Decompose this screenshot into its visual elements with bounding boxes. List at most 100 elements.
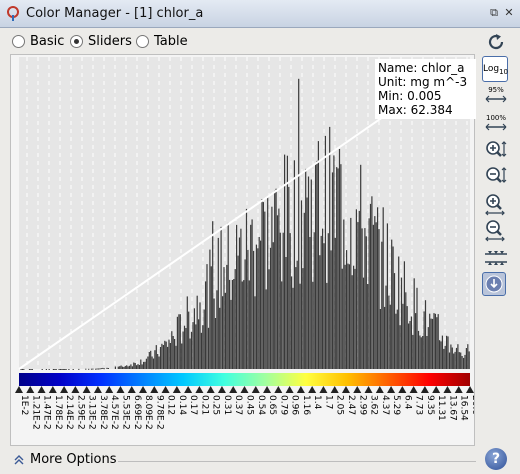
histogram-bar	[120, 365, 122, 369]
radio-table-indicator[interactable]	[136, 34, 149, 48]
histogram-bar	[165, 341, 167, 369]
histogram-bar	[226, 264, 228, 369]
histogram-bar	[258, 237, 260, 369]
zoom-in-horizontal-icon[interactable]	[482, 192, 510, 216]
tick-label: 1.47E-2	[42, 395, 52, 430]
tick-label: 0.96	[290, 395, 300, 415]
histogram-bar	[357, 222, 359, 369]
histogram-bar	[323, 243, 325, 369]
radio-basic-indicator[interactable]	[12, 34, 25, 48]
histogram-bar	[286, 155, 288, 369]
histogram-bar	[243, 280, 245, 369]
tick-label: 6.69E-2	[132, 395, 142, 430]
slider-handle	[206, 386, 215, 393]
histogram-bar	[247, 249, 249, 369]
histogram-bar	[190, 331, 193, 369]
histogram-bar	[458, 352, 460, 369]
histogram-bar	[172, 336, 174, 369]
range-95-icon[interactable]: 95%	[482, 86, 510, 110]
rotate-icon[interactable]	[482, 30, 510, 54]
histogram-bar	[179, 314, 181, 369]
histogram-bar	[460, 352, 462, 369]
tick-label: 1E-2	[19, 395, 29, 415]
histogram-bar	[106, 367, 108, 369]
radio-basic[interactable]: Basic	[12, 32, 64, 50]
histogram-bar	[434, 313, 436, 369]
histogram-bar	[443, 348, 445, 369]
slider-handle	[116, 386, 125, 393]
histogram-bar	[385, 285, 387, 369]
help-icon[interactable]: ?	[485, 448, 507, 470]
histogram-bar	[346, 250, 348, 369]
histogram-bar	[62, 369, 64, 370]
histogram-bar	[324, 135, 326, 369]
slider-handle	[172, 386, 181, 393]
histogram-bar	[189, 338, 191, 369]
histogram-bar	[229, 279, 231, 369]
histogram-bar	[378, 229, 380, 369]
tick-label: 3.78E-2	[98, 395, 108, 430]
histogram-bar	[117, 366, 119, 369]
zoom-out-vertical-icon[interactable]	[482, 164, 510, 188]
histogram-bar	[231, 280, 233, 369]
mode-selector: Basic Sliders Table	[0, 28, 520, 54]
slider-handle	[432, 386, 441, 393]
histogram-bar	[145, 358, 147, 369]
histogram-bar	[424, 300, 427, 369]
histogram-bar	[254, 296, 256, 369]
histogram-bar	[78, 368, 80, 370]
slider-handle	[60, 386, 69, 393]
histogram-bar	[439, 340, 441, 369]
histogram-bar	[233, 279, 235, 369]
histogram-bar	[216, 290, 218, 369]
zoom-in-vertical-icon[interactable]	[482, 138, 510, 162]
histogram-bar	[251, 219, 253, 369]
histogram-bar	[219, 307, 221, 369]
tick-label: 2.47	[346, 395, 356, 415]
histogram-bar	[377, 207, 379, 369]
radio-sliders[interactable]: Sliders	[70, 32, 132, 50]
distribute-evenly-icon[interactable]	[482, 246, 510, 270]
histogram-bar	[261, 199, 263, 369]
import-icon[interactable]	[482, 272, 506, 296]
histogram-bar	[161, 343, 163, 369]
histogram-bar	[440, 341, 442, 369]
close-icon[interactable]: ✕	[503, 7, 515, 19]
histogram-bar	[451, 347, 453, 369]
histogram-bar	[441, 335, 443, 369]
tick-label: 3.13E-2	[87, 395, 97, 430]
histogram-bar	[429, 313, 431, 369]
histogram-bar	[307, 176, 310, 369]
slider-handle	[150, 386, 159, 393]
histogram-bar	[433, 313, 435, 369]
histogram-bar	[379, 309, 381, 369]
histogram-bar	[289, 233, 291, 369]
log10-icon[interactable]: Log10	[482, 56, 508, 82]
histogram-bar	[463, 357, 465, 369]
slider-handle	[409, 386, 418, 393]
histogram-bar	[403, 261, 405, 369]
histogram-bar	[262, 202, 264, 369]
histogram-bar	[309, 237, 311, 369]
slider-handle	[263, 386, 272, 393]
range-95-label: 95%	[488, 86, 504, 94]
histogram-bar	[274, 190, 276, 369]
histogram-bar	[213, 298, 215, 369]
info-min: Min: 0.005	[378, 89, 442, 103]
radio-sliders-indicator[interactable]	[70, 34, 83, 48]
range-100-icon[interactable]: 100%	[482, 114, 510, 138]
tick-label: 0.79	[278, 395, 288, 415]
histogram-bar	[269, 247, 272, 369]
float-icon[interactable]: ⧉	[488, 7, 500, 19]
histogram-bar	[124, 366, 126, 369]
more-options-toggle[interactable]: More Options	[14, 452, 117, 467]
histogram-bar	[340, 164, 342, 369]
histogram-bar	[136, 365, 138, 369]
radio-table[interactable]: Table	[136, 32, 188, 50]
histogram-bar	[224, 292, 226, 369]
histogram-bar	[330, 250, 332, 369]
zoom-out-horizontal-icon[interactable]	[482, 218, 510, 242]
histogram-bar	[389, 304, 391, 369]
tick-label: 0.31	[222, 395, 232, 415]
histogram-bar	[457, 344, 459, 369]
